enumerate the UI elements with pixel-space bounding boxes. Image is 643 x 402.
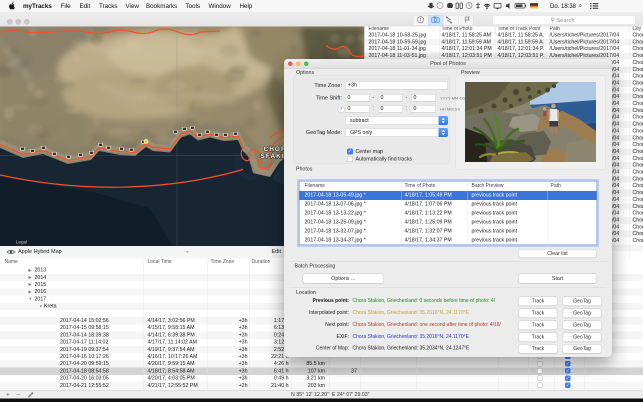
svg-text:Legal: Legal (16, 240, 27, 245)
